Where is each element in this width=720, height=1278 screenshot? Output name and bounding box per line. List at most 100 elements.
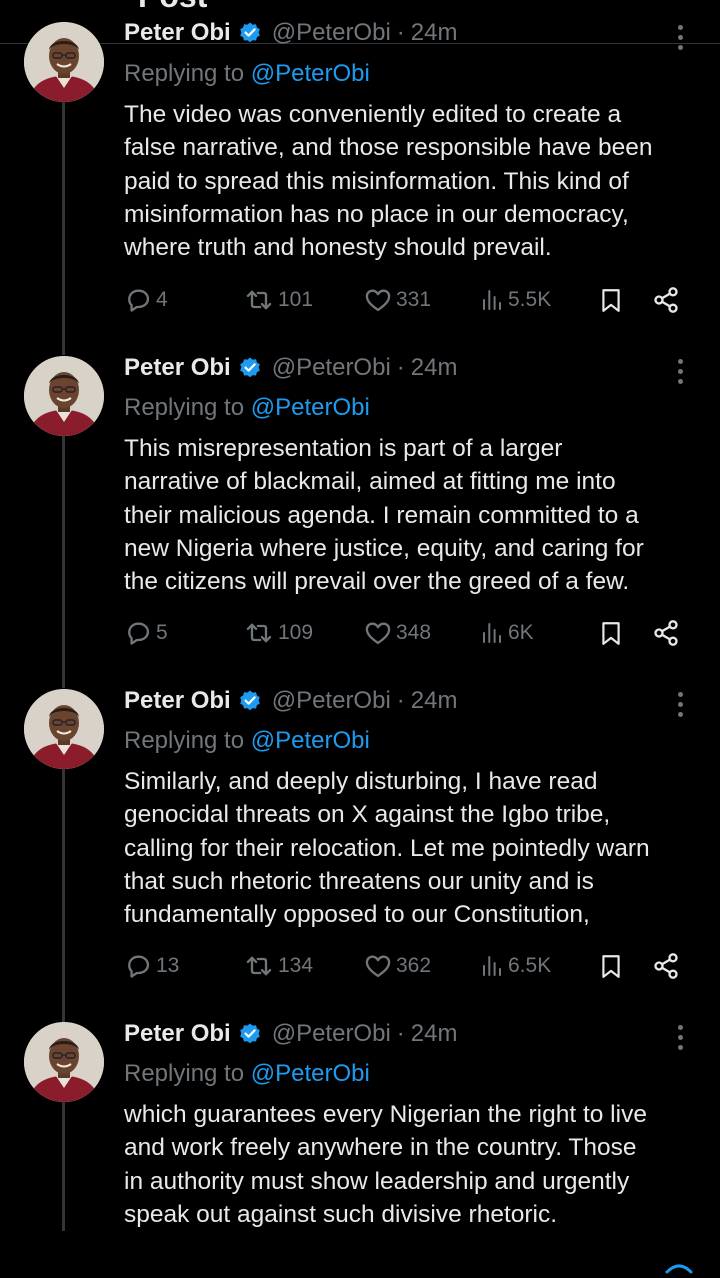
repost-icon [244, 286, 274, 314]
tweet-time[interactable]: 24m [411, 354, 458, 382]
tweet-text: which guarantees every Nigerian the righ… [124, 1098, 704, 1231]
views-button[interactable]: 5.5K [480, 283, 551, 317]
author-name[interactable]: Peter Obi [124, 687, 231, 715]
tweet-text-line: fundamentally opposed to our Constitutio… [124, 901, 590, 929]
more-icon[interactable] [676, 359, 684, 385]
share-icon [652, 952, 680, 980]
bookmark-icon [598, 952, 624, 980]
author-handle[interactable]: @PeterObi [272, 354, 391, 382]
author-name[interactable]: Peter Obi [124, 19, 231, 47]
tweet-text-line: false narrative, and those responsible h… [124, 134, 653, 162]
tweet-header: Peter Obi @PeterObi · 24m [124, 351, 457, 385]
views-icon [480, 954, 504, 978]
reply-button[interactable]: 5 [124, 616, 168, 650]
avatar[interactable] [24, 22, 104, 102]
reply-button[interactable]: 4 [124, 283, 168, 317]
bookmark-icon [598, 286, 624, 314]
replying-to: Replying to @PeterObi [124, 394, 370, 422]
author-name[interactable]: Peter Obi [124, 354, 231, 382]
thread-line [62, 768, 65, 1022]
avatar[interactable] [24, 356, 104, 436]
repost-button[interactable]: 134 [244, 949, 313, 983]
tweet-header: Peter Obi @PeterObi · 24m [124, 16, 457, 50]
avatar[interactable] [24, 689, 104, 769]
author-name[interactable]: Peter Obi [124, 1020, 231, 1048]
replying-to: Replying to @PeterObi [124, 727, 370, 755]
tweet-text-line: The video was conveniently edited to cre… [124, 101, 622, 128]
bookmark-button[interactable] [598, 949, 624, 983]
tweet-text-line: their malicious agenda. I remain committ… [124, 501, 639, 529]
bookmark-button[interactable] [598, 616, 624, 650]
tweet-actions: 13 134 362 6.5K [0, 949, 720, 983]
verified-badge-icon [238, 1022, 262, 1046]
more-icon[interactable] [676, 692, 684, 718]
author-handle[interactable]: @PeterObi [272, 687, 391, 715]
replying-to-mention[interactable]: @PeterObi [251, 1060, 370, 1087]
tweet-text-line: where truth and honesty should prevail. [124, 234, 552, 262]
views-button[interactable]: 6.5K [480, 949, 551, 983]
views-button[interactable]: 6K [480, 616, 534, 650]
replying-to: Replying to @PeterObi [124, 1060, 370, 1088]
reply-button[interactable]: 13 [124, 949, 179, 983]
tweet-header: Peter Obi @PeterObi · 24m [124, 684, 457, 718]
replying-to-mention[interactable]: @PeterObi [251, 727, 370, 754]
tweet-text-line: paid to spread this misinformation. This… [124, 167, 629, 195]
tweet-time[interactable]: 24m [411, 1020, 458, 1048]
tweet-text: Similarly, and deeply disturbing, I have… [124, 765, 704, 931]
separator-dot: · [396, 354, 405, 381]
tweet-text-line: speak out against such divisive rhetoric… [124, 1200, 558, 1228]
bookmark-button[interactable] [598, 283, 624, 317]
repost-count: 109 [278, 621, 314, 644]
share-button[interactable] [652, 616, 680, 650]
reply-count: 4 [156, 288, 168, 311]
views-icon [480, 288, 504, 312]
thread-line [62, 1101, 65, 1231]
replying-to-label: Replying to [124, 727, 245, 754]
replying-to: Replying to @PeterObi [124, 60, 370, 88]
views-count: 5.5K [508, 288, 552, 311]
more-icon[interactable] [676, 25, 684, 51]
tweet-text-line: narrative of blackmail, aimed at fitting… [124, 468, 616, 496]
tweet-text-line: This misrepresentation is part of a larg… [124, 435, 563, 462]
more-icon[interactable] [676, 1025, 684, 1051]
share-icon [652, 619, 680, 647]
replying-to-label: Replying to [124, 394, 245, 421]
tweet-text-line: that such rhetoric threatens our unity a… [124, 867, 594, 895]
reply-icon [124, 619, 152, 647]
repost-button[interactable]: 101 [244, 283, 313, 317]
tweet-text: This misrepresentation is part of a larg… [124, 432, 704, 598]
verified-badge-icon [238, 356, 262, 380]
replying-to-mention[interactable]: @PeterObi [251, 60, 370, 87]
like-button[interactable]: 362 [364, 949, 431, 983]
author-handle[interactable]: @PeterObi [272, 19, 391, 47]
like-button[interactable]: 348 [364, 616, 431, 650]
compose-button-icon[interactable] [664, 1258, 694, 1278]
tweet-text-line: new Nigeria where justice, equity, and c… [124, 534, 644, 562]
tweet-text: The video was conveniently edited to cre… [124, 98, 704, 264]
repost-button[interactable]: 109 [244, 616, 313, 650]
like-icon [364, 286, 392, 314]
tweet-actions: 5 109 348 6K [0, 616, 720, 650]
separator-dot: · [396, 1020, 405, 1047]
tweet-text-line: and work freely anywhere in the country.… [124, 1134, 637, 1162]
replying-to-label: Replying to [124, 1060, 245, 1087]
replying-to-mention[interactable]: @PeterObi [251, 394, 370, 421]
reply-icon [124, 952, 152, 980]
like-button[interactable]: 331 [364, 283, 431, 317]
tweet-actions: 4 101 331 5.5K [0, 283, 720, 317]
tweet-time[interactable]: 24m [411, 687, 458, 715]
separator-dot: · [396, 687, 405, 714]
verified-badge-icon [238, 21, 262, 45]
author-handle[interactable]: @PeterObi [272, 1020, 391, 1048]
verified-badge-icon [238, 689, 262, 713]
back-arrow-icon[interactable] [22, 0, 40, 4]
tweet-text-line: misinformation has no place in our democ… [124, 200, 629, 228]
tweet-time[interactable]: 24m [411, 19, 458, 47]
avatar[interactable] [24, 1022, 104, 1102]
repost-count: 101 [278, 288, 314, 311]
share-button[interactable] [652, 283, 680, 317]
share-button[interactable] [652, 949, 680, 983]
like-count: 348 [396, 621, 432, 644]
page-title: Post [138, 0, 207, 15]
like-icon [364, 952, 392, 980]
